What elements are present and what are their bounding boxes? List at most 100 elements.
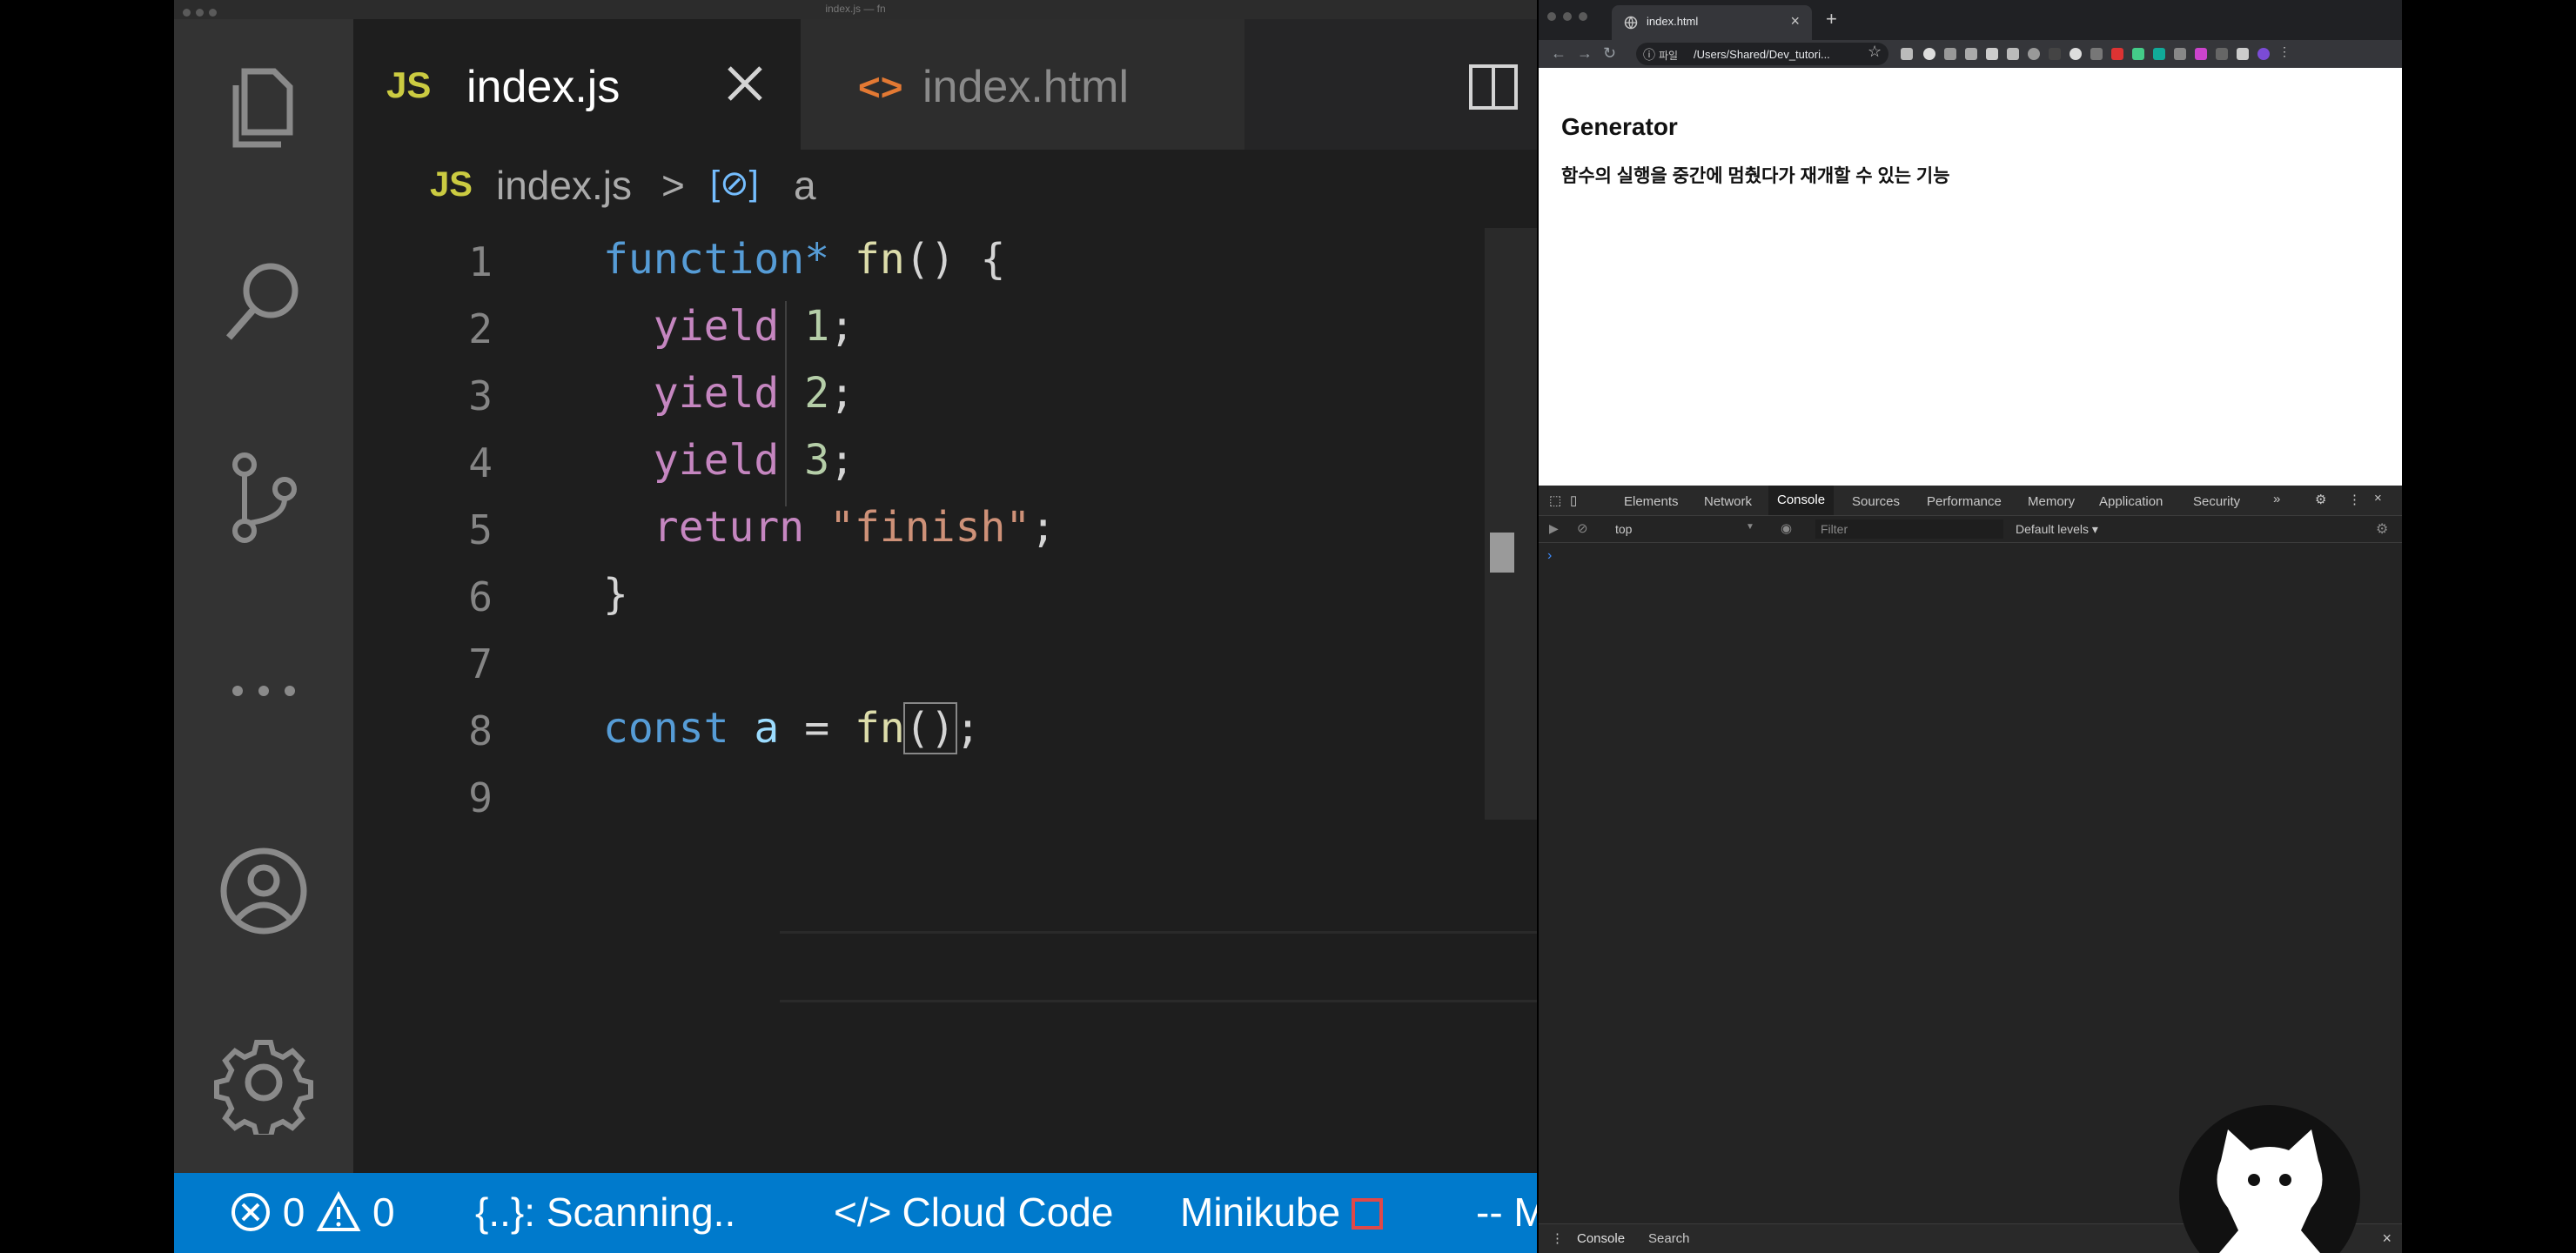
extension-icon[interactable] xyxy=(2111,48,2123,60)
more-tabs-button[interactable]: » xyxy=(2273,492,2280,506)
keyword: const xyxy=(603,704,729,753)
drawer-tab-console[interactable]: Console xyxy=(1577,1231,1625,1246)
sidebar-toggle-icon[interactable]: ▶ xyxy=(1549,521,1559,536)
close-drawer-icon[interactable]: × xyxy=(2382,1230,2392,1248)
vscode-titlebar: index.js — fn xyxy=(174,0,1537,19)
extension-icon[interactable] xyxy=(1965,48,1977,60)
truncated-status: -- M xyxy=(1476,1189,1537,1235)
line-number: 6 xyxy=(468,573,493,620)
current-line-highlight xyxy=(780,931,1537,1002)
extension-icon[interactable] xyxy=(2070,48,2082,60)
close-tab-icon[interactable] xyxy=(721,59,769,108)
line-number: 7 xyxy=(468,640,493,687)
bookmark-star-icon[interactable]: ☆ xyxy=(1868,43,1882,61)
tab-network[interactable]: Network xyxy=(1704,494,1752,509)
cloud-code-status[interactable]: </> Cloud Code xyxy=(834,1189,1113,1236)
tab-console[interactable]: Console xyxy=(1768,486,1835,515)
search-icon[interactable] xyxy=(211,247,316,352)
close-window-button[interactable] xyxy=(1547,12,1556,21)
extensions-puzzle-icon[interactable] xyxy=(2237,48,2249,60)
tab-security[interactable]: Security xyxy=(2193,494,2240,509)
account-icon[interactable] xyxy=(211,839,316,943)
browser-tab[interactable]: index.html × xyxy=(1612,5,1812,40)
extension-icon[interactable] xyxy=(1901,48,1913,60)
minimize-window-button[interactable] xyxy=(1563,12,1572,21)
warning-icon xyxy=(316,1190,361,1231)
tab-sources[interactable]: Sources xyxy=(1852,494,1900,509)
split-editor-icon[interactable] xyxy=(1467,61,1519,113)
code-line: 6 } xyxy=(353,563,1537,630)
breadcrumb-symbol[interactable]: a xyxy=(794,162,816,209)
address-bar[interactable]: ⓘ 파일 /Users/Shared/Dev_tutori... xyxy=(1636,43,1888,65)
kebab-menu-icon[interactable]: ⋮ xyxy=(2348,492,2361,507)
extension-icon[interactable] xyxy=(2090,48,2103,60)
tab-application[interactable]: Application xyxy=(2099,494,2163,509)
breadcrumb-file[interactable]: index.js xyxy=(496,162,632,209)
clear-console-icon[interactable]: ⊘ xyxy=(1577,520,1588,536)
minikube-status[interactable]: Minikube xyxy=(1180,1189,1383,1236)
source-control-icon[interactable] xyxy=(211,446,316,550)
eye-icon[interactable]: ◉ xyxy=(1781,520,1792,536)
scanning-status[interactable]: {..}: Scanning.. xyxy=(475,1189,735,1236)
tab-index-js[interactable]: JS index.js xyxy=(353,19,801,150)
reload-button[interactable]: ↻ xyxy=(1603,44,1616,63)
context-selector[interactable]: top xyxy=(1615,522,1632,536)
forward-button[interactable]: → xyxy=(1577,44,1593,63)
extension-icon[interactable] xyxy=(1944,48,1956,60)
tab-memory[interactable]: Memory xyxy=(2028,494,2075,509)
extension-icon[interactable] xyxy=(2049,48,2061,60)
drawer-menu-icon[interactable]: ⋮ xyxy=(1551,1230,1564,1246)
editor-scrollbar[interactable] xyxy=(1485,228,1537,820)
line-number: 4 xyxy=(468,439,493,486)
new-tab-button[interactable]: + xyxy=(1826,8,1837,30)
drawer-tab-search[interactable]: Search xyxy=(1648,1231,1690,1246)
error-count: 0 xyxy=(282,1189,305,1235)
extension-icon[interactable] xyxy=(2174,48,2186,60)
browser-window: index.html × + ← → ↻ ⓘ 파일 /Users/Shared/… xyxy=(1539,0,2402,1253)
log-levels-dropdown[interactable]: Default levels ▾ xyxy=(2016,522,2098,537)
line-number: 1 xyxy=(468,238,493,285)
extension-icon[interactable] xyxy=(2153,48,2165,60)
tab-elements[interactable]: Elements xyxy=(1624,494,1679,509)
settings-gear-icon[interactable] xyxy=(211,1030,316,1139)
code-line: 3 yield 2; xyxy=(353,362,1537,429)
info-icon[interactable]: ⓘ xyxy=(1643,46,1655,64)
code-line: 8 const a = fn(); xyxy=(353,697,1537,764)
extension-icon[interactable] xyxy=(2132,48,2144,60)
menu-icon[interactable]: ⋮ xyxy=(2278,44,2291,59)
code-editor[interactable]: 1 function* fn() { 2 yield 1; 3 yield 2;… xyxy=(353,228,1537,1168)
back-button[interactable]: ← xyxy=(1551,44,1566,63)
matched-brackets: () xyxy=(902,702,957,754)
extension-icon[interactable] xyxy=(2195,48,2207,60)
device-toolbar-icon[interactable]: ▯ xyxy=(1570,492,1577,508)
js-file-icon: JS xyxy=(430,165,473,204)
more-views-icon[interactable] xyxy=(211,639,316,743)
close-tab-icon[interactable]: × xyxy=(1790,12,1800,30)
close-devtools-icon[interactable]: × xyxy=(2374,491,2382,506)
tab-index-html[interactable]: <> index.html xyxy=(801,19,1244,150)
extension-icon[interactable] xyxy=(1986,48,1998,60)
console-settings-icon[interactable]: ⚙ xyxy=(2376,520,2388,538)
inspect-element-icon[interactable]: ⬚ xyxy=(1549,492,1561,508)
line-number: 3 xyxy=(468,372,493,419)
extension-icon[interactable] xyxy=(1923,48,1935,60)
tab-performance[interactable]: Performance xyxy=(1927,494,2002,509)
page-paragraph: 함수의 실행을 중간에 멈췄다가 재개할 수 있는 기능 xyxy=(1561,166,1950,186)
zoom-window-button[interactable] xyxy=(1579,12,1587,21)
scrollbar-thumb[interactable] xyxy=(1490,533,1514,573)
console-prompt[interactable]: › xyxy=(1547,548,1552,564)
explorer-icon[interactable] xyxy=(211,52,316,157)
profile-avatar[interactable] xyxy=(2257,48,2270,60)
keyword: yield xyxy=(653,302,780,351)
settings-gear-icon[interactable]: ⚙ xyxy=(2315,492,2326,507)
extension-icon[interactable] xyxy=(2007,48,2019,60)
extension-icon[interactable] xyxy=(2028,48,2040,60)
extension-icon[interactable] xyxy=(2216,48,2228,60)
tab-label: index.html xyxy=(922,62,1129,112)
function-name: fn xyxy=(855,235,905,284)
stop-icon xyxy=(1351,1198,1383,1230)
problems-status[interactable]: 0 0 xyxy=(230,1189,395,1236)
browser-tabstrip: index.html × + xyxy=(1539,0,2402,40)
variable: a xyxy=(754,704,780,753)
console-filter-input[interactable]: Filter xyxy=(1815,519,2003,539)
